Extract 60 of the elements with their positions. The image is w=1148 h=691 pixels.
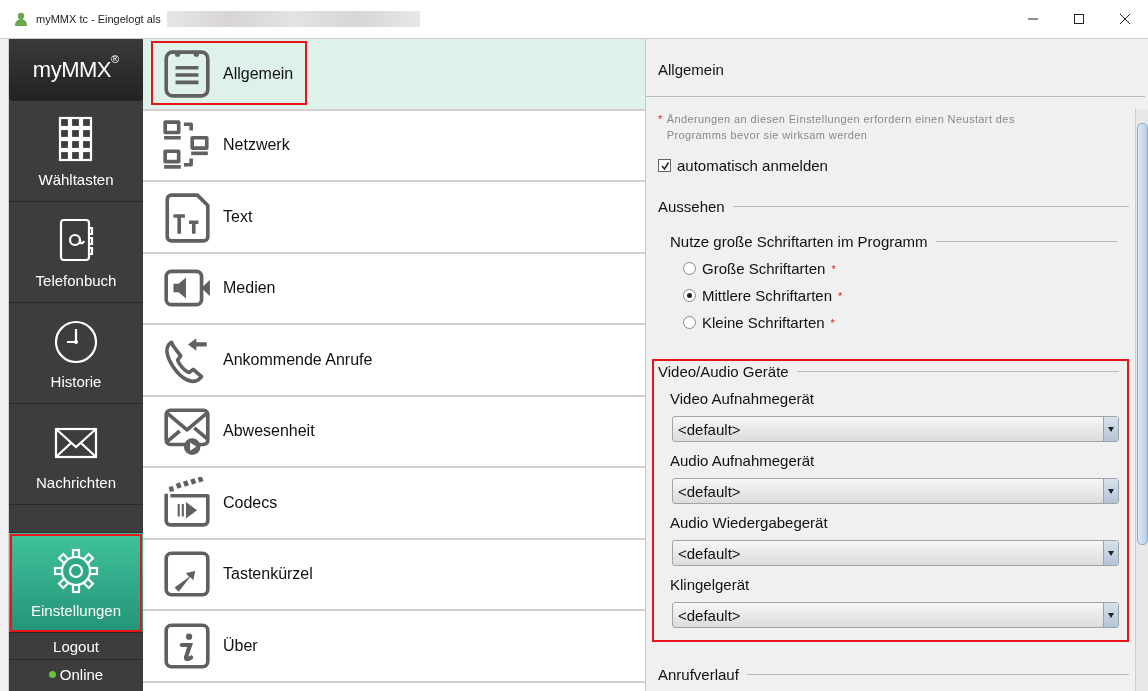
radio-label: Große Schriftarten [702, 260, 826, 277]
person-icon [14, 12, 28, 26]
caret-icon [1108, 426, 1114, 432]
caret-icon [1108, 488, 1114, 494]
required-asterisk: * [830, 316, 835, 329]
category-label: Über [223, 636, 258, 655]
maximize-icon [1073, 13, 1085, 25]
trademark-symbol: ® [111, 53, 120, 65]
field-label: Audio Wiedergabegerät [670, 514, 829, 531]
category-label: Allgemein [223, 64, 294, 83]
nav-label: Einstellungen [30, 602, 122, 619]
nav-label: Wähltasten [38, 170, 114, 188]
nav-label: Historie [50, 372, 102, 390]
required-asterisk: * [831, 262, 836, 275]
radio-label: Kleine Schriftarten [702, 314, 825, 331]
checkbox[interactable] [658, 159, 671, 172]
category-label: Ankommende Anrufe [223, 350, 373, 369]
notepad-icon [161, 47, 213, 100]
required-asterisk: * [658, 112, 663, 127]
window-title: myMMX tc - Eingelogt als [36, 13, 161, 25]
logo-text: myMMX [32, 57, 111, 83]
category-label: Netzwerk [223, 136, 290, 155]
clapperboard-icon [161, 476, 213, 529]
radio-button[interactable] [683, 316, 696, 329]
checkbox-label: automatisch anmelden [677, 157, 828, 174]
checkmark-icon [659, 160, 670, 171]
category-label: Abwesenheit [223, 422, 315, 441]
restart-note: Änderungen an diesen Einstellungen erfordern einen Neustart des Programms bevor sie wirksam werden [666, 112, 1016, 143]
section-title: Aussehen [658, 198, 725, 215]
group-title: Nutze große Schriftarten im Programm [670, 233, 928, 250]
dropdown[interactable]: <default> [672, 540, 1119, 566]
scrollbar-thumb[interactable] [1136, 123, 1148, 545]
category-label: Codecs [223, 493, 278, 512]
dropdown[interactable]: <default> [672, 478, 1119, 504]
nav-label: Telefonbuch [35, 271, 117, 289]
envelope-play-icon [161, 405, 213, 458]
gear-icon [51, 546, 101, 596]
radio-button[interactable] [683, 289, 696, 302]
field-label: Klingelgerät [670, 576, 751, 593]
field-label: Audio Aufnahmegerät [670, 452, 816, 469]
close-icon [1119, 13, 1131, 25]
radio-label: Mittlere Schriftarten [702, 287, 833, 304]
radio-button[interactable] [683, 262, 696, 275]
section-title: Video/Audio Geräte [658, 363, 789, 380]
field-label: Video Aufnahmegerät [670, 390, 815, 407]
category-label: Tastenkürzel [223, 565, 313, 584]
status-label: Online [59, 666, 104, 683]
category-label: Text [223, 207, 253, 226]
nav-label: Nachrichten [35, 473, 116, 491]
dropdown[interactable]: <default> [672, 416, 1119, 442]
nav-item[interactable]: Wähltasten [9, 101, 143, 202]
section-title: Anrufverlauf [658, 666, 739, 683]
caret-icon [1108, 550, 1114, 556]
scrollbar[interactable] [1135, 109, 1148, 691]
category-label: Medien [223, 279, 276, 298]
caret-icon [1108, 612, 1114, 618]
category-item[interactable]: Allgemein [143, 39, 645, 111]
settings-title: Allgemein [646, 39, 1145, 97]
required-asterisk: * [838, 289, 843, 302]
dropdown[interactable]: <default> [672, 602, 1119, 628]
